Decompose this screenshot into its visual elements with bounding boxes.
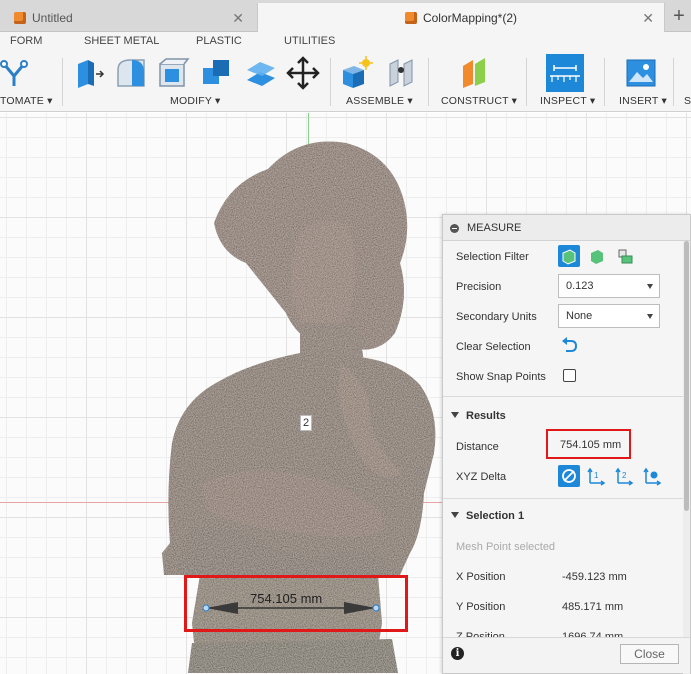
xyz-delta-label: XYZ Delta bbox=[456, 471, 507, 483]
filter-edge-icon[interactable] bbox=[614, 245, 636, 267]
xyz-delta-2-icon[interactable]: 2 bbox=[614, 465, 636, 487]
ribbon-toolbar: TOMATE ▾ MODIFY ▾ ASSEMBLE ▾ CONSTRUCT ▾… bbox=[0, 50, 691, 112]
divider bbox=[604, 58, 605, 106]
tab-colormapping[interactable]: ColorMapping*(2) ✕ bbox=[257, 3, 665, 32]
y-position-value: 485.171 mm bbox=[562, 601, 624, 613]
tab-sheet-metal[interactable]: SHEET METAL bbox=[84, 35, 159, 47]
filter-face-icon[interactable] bbox=[586, 245, 608, 267]
highlight-box bbox=[184, 575, 408, 632]
panel-scrollbar[interactable] bbox=[683, 241, 690, 674]
select-menu[interactable]: S bbox=[684, 95, 691, 107]
divider bbox=[443, 498, 683, 499]
expand-triangle-icon bbox=[451, 512, 459, 518]
undo-icon[interactable] bbox=[560, 336, 578, 354]
tab-plastic[interactable]: PLASTIC bbox=[196, 35, 242, 47]
offset-face-icon[interactable] bbox=[244, 56, 278, 90]
precision-label: Precision bbox=[456, 281, 502, 293]
automate-menu[interactable]: TOMATE ▾ bbox=[0, 95, 53, 107]
snap-points-checkbox[interactable] bbox=[563, 369, 576, 382]
fusion-file-icon bbox=[14, 11, 26, 24]
secondary-units-value: None bbox=[566, 310, 593, 322]
measure-panel-footer: i Close bbox=[443, 637, 690, 673]
workspace-tabs: FORM SHEET METAL PLASTIC UTILITIES bbox=[0, 32, 691, 50]
new-component-icon[interactable] bbox=[340, 56, 374, 90]
secondary-units-select[interactable]: None bbox=[558, 304, 660, 328]
offset-plane-icon[interactable] bbox=[458, 56, 492, 90]
insert-menu[interactable]: INSERT ▾ bbox=[619, 95, 667, 107]
tab-label: Untitled bbox=[32, 10, 73, 25]
xyz-delta-3-icon[interactable] bbox=[642, 465, 664, 487]
measure-panel-header[interactable]: MEASURE bbox=[443, 215, 690, 241]
tab-label: ColorMapping*(2) bbox=[422, 10, 518, 25]
insert-image-icon[interactable] bbox=[624, 56, 658, 90]
construct-menu[interactable]: CONSTRUCT ▾ bbox=[441, 95, 517, 107]
move-icon[interactable] bbox=[286, 56, 320, 90]
fillet-icon[interactable] bbox=[114, 56, 148, 90]
expand-triangle-icon bbox=[451, 412, 459, 418]
results-section-header[interactable]: Results bbox=[451, 410, 506, 422]
results-header-label: Results bbox=[466, 410, 506, 422]
combine-icon[interactable] bbox=[200, 56, 234, 90]
xyz-delta-off-icon[interactable] bbox=[558, 465, 580, 487]
point-marker-label: 2 bbox=[300, 415, 312, 431]
modify-menu[interactable]: MODIFY ▾ bbox=[170, 95, 220, 107]
chevron-down-icon bbox=[647, 284, 653, 289]
document-tab-bar: Untitled ✕ ColorMapping*(2) ✕ + bbox=[0, 0, 691, 32]
distance-label: Distance bbox=[456, 441, 499, 453]
divider bbox=[330, 58, 331, 106]
selection-filter-label: Selection Filter bbox=[456, 251, 529, 263]
tab-form[interactable]: FORM bbox=[10, 35, 42, 47]
x-position-label: X Position bbox=[456, 571, 506, 583]
selection1-header-label: Selection 1 bbox=[466, 510, 525, 522]
divider bbox=[526, 58, 527, 106]
secondary-units-label: Secondary Units bbox=[456, 311, 537, 323]
divider bbox=[673, 58, 674, 106]
assemble-menu[interactable]: ASSEMBLE ▾ bbox=[346, 95, 413, 107]
tab-utilities[interactable]: UTILITIES bbox=[284, 35, 335, 47]
y-position-label: Y Position bbox=[456, 601, 506, 613]
fusion-file-icon bbox=[404, 11, 417, 24]
svg-text:1: 1 bbox=[594, 471, 599, 480]
distance-value: 754.105 mm bbox=[560, 439, 622, 451]
selection1-section-header[interactable]: Selection 1 bbox=[451, 510, 524, 522]
new-tab-plus-icon[interactable]: + bbox=[667, 3, 691, 31]
close-icon[interactable]: ✕ bbox=[232, 10, 244, 27]
divider bbox=[443, 396, 683, 397]
panel-title: MEASURE bbox=[467, 222, 522, 234]
measure-panel: MEASURE Selection Filter Precision 0.123… bbox=[442, 214, 691, 674]
collapse-icon[interactable] bbox=[450, 224, 459, 233]
divider bbox=[62, 58, 63, 106]
close-button[interactable]: Close bbox=[620, 644, 679, 664]
filter-body-icon[interactable] bbox=[558, 245, 580, 267]
tab-untitled[interactable]: Untitled ✕ bbox=[6, 3, 254, 32]
clear-selection-label: Clear Selection bbox=[456, 341, 531, 353]
automate-icon[interactable] bbox=[0, 56, 34, 90]
press-pull-icon[interactable] bbox=[72, 56, 106, 90]
joint-icon[interactable] bbox=[384, 56, 418, 90]
close-icon[interactable]: ✕ bbox=[642, 10, 654, 27]
measure-icon[interactable] bbox=[546, 54, 584, 92]
scrollbar-thumb[interactable] bbox=[684, 241, 689, 511]
divider bbox=[428, 58, 429, 106]
svg-text:2: 2 bbox=[622, 471, 627, 480]
inspect-menu[interactable]: INSPECT ▾ bbox=[540, 95, 595, 107]
shell-icon[interactable] bbox=[156, 56, 190, 90]
show-snap-points-label: Show Snap Points bbox=[456, 371, 546, 383]
x-position-value: -459.123 mm bbox=[562, 571, 627, 583]
chevron-down-icon bbox=[647, 314, 653, 319]
precision-select[interactable]: 0.123 bbox=[558, 274, 660, 298]
mesh-point-label: Mesh Point selected bbox=[456, 541, 556, 553]
xyz-delta-1-icon[interactable]: 1 bbox=[586, 465, 608, 487]
precision-value: 0.123 bbox=[566, 280, 594, 292]
info-icon[interactable]: i bbox=[451, 647, 464, 660]
